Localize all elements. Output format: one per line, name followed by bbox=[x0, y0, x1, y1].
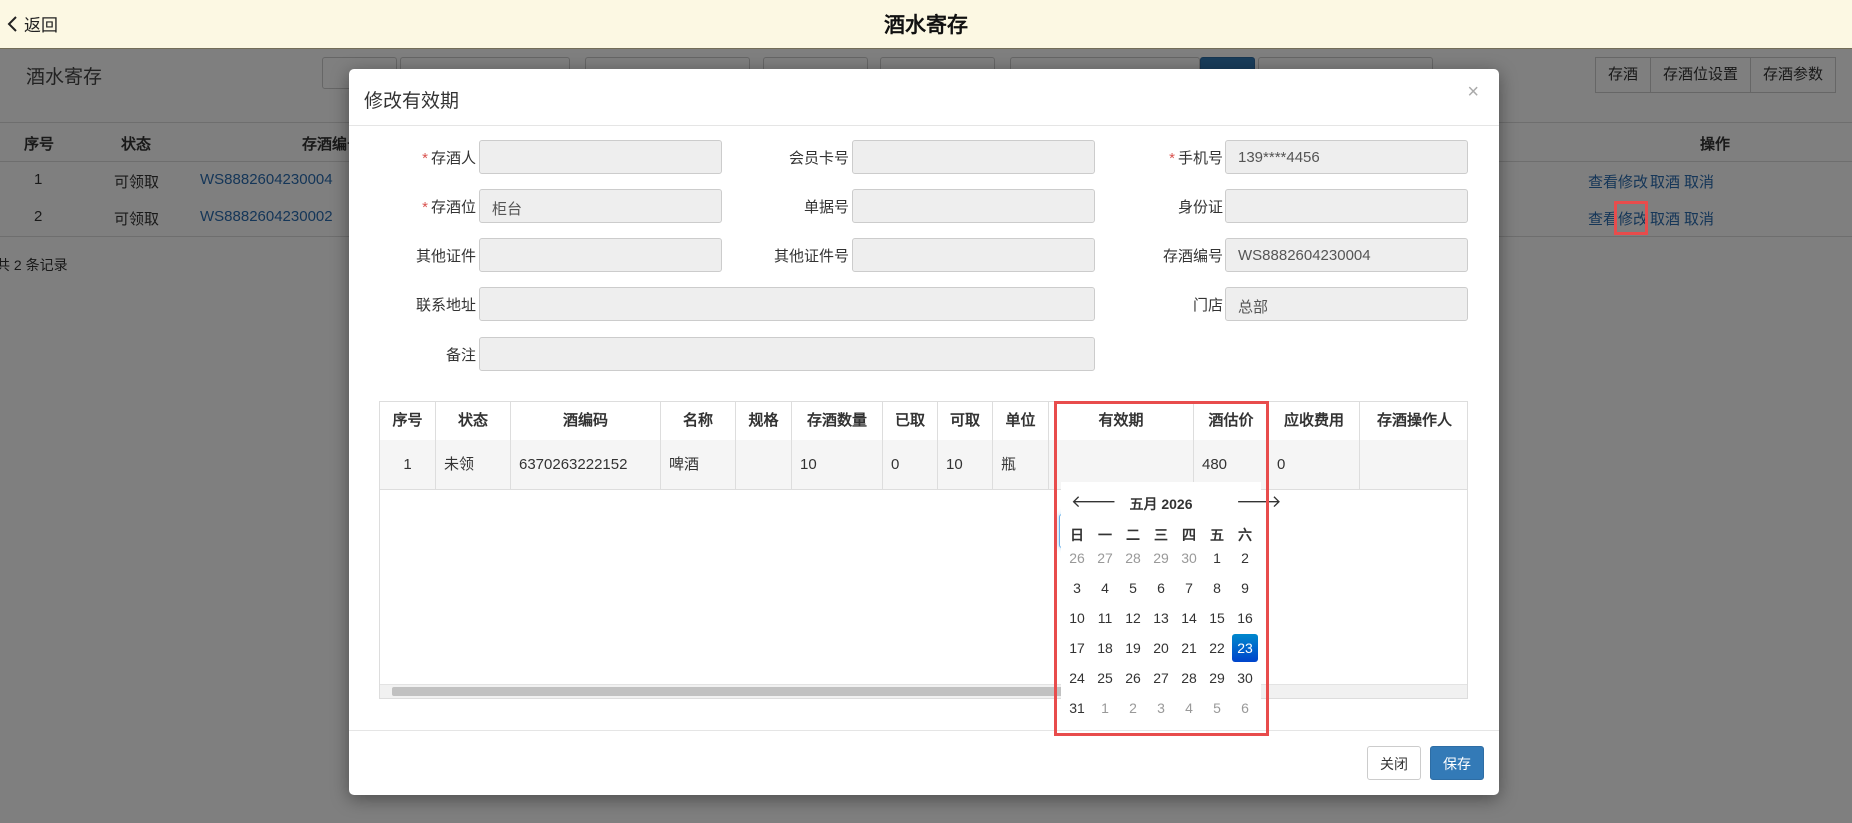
remark-field[interactable] bbox=[479, 337, 1095, 371]
close-icon[interactable]: × bbox=[1467, 81, 1479, 104]
id-card-field[interactable] bbox=[1225, 189, 1468, 223]
other-id-no-field[interactable] bbox=[852, 238, 1095, 272]
address-field[interactable] bbox=[479, 287, 1095, 321]
grid-cell-status: 未领 bbox=[436, 440, 511, 489]
expiry-highlight bbox=[1054, 401, 1269, 736]
required-mark: * bbox=[1169, 150, 1175, 167]
grid-col-status: 状态 bbox=[436, 402, 511, 440]
grid-row: 1 未领 6370263222152 啤酒 10 0 10 瓶 480 0 bbox=[380, 440, 1467, 490]
store-field[interactable]: 总部 bbox=[1225, 287, 1468, 321]
label-text: 存酒人 bbox=[430, 150, 476, 167]
horizontal-scrollbar[interactable] bbox=[380, 684, 1467, 698]
grid-col-spec: 规格 bbox=[736, 402, 792, 440]
modal-title: 修改有效期 bbox=[364, 91, 460, 112]
member-card-label: 会员卡号 bbox=[788, 150, 849, 167]
label-text: 存酒位 bbox=[430, 199, 476, 216]
position-field[interactable]: 柜台 bbox=[479, 189, 722, 223]
app-title: 酒水寄存 bbox=[884, 14, 968, 37]
modal-footer: 关闭 保存 bbox=[349, 730, 1499, 796]
grid-col-taken: 已取 bbox=[883, 402, 938, 440]
grid-cell-unit: 瓶 bbox=[993, 440, 1049, 489]
store-label: 门店 bbox=[1192, 297, 1223, 314]
other-id-field[interactable] bbox=[479, 238, 722, 272]
phone-field[interactable]: 139****4456 bbox=[1225, 140, 1468, 174]
remark-label: 备注 bbox=[445, 347, 476, 364]
edit-expiry-modal: 修改有效期 × * 存酒人 会员卡号 * 手机号 139****4456 * 存酒位 … bbox=[349, 69, 1499, 795]
position-label: * 存酒位 bbox=[366, 196, 476, 217]
grid-cell-code: 6370263222152 bbox=[511, 440, 661, 489]
member-card-field[interactable] bbox=[852, 140, 1095, 174]
edit-link-highlight bbox=[1614, 201, 1648, 235]
id-card-label: 身份证 bbox=[1177, 199, 1223, 216]
grid-header: 序号 状态 酒编码 名称 规格 存酒数量 已取 可取 单位 有效期 酒估价 应收… bbox=[380, 402, 1467, 441]
grid-col-fee: 应收费用 bbox=[1269, 402, 1360, 440]
grid-col-name: 名称 bbox=[661, 402, 736, 440]
address-label: 联系地址 bbox=[415, 297, 476, 314]
grid-cell-qty: 10 bbox=[792, 440, 883, 489]
required-mark: * bbox=[422, 199, 428, 216]
required-mark: * bbox=[422, 150, 428, 167]
depositor-field[interactable] bbox=[479, 140, 722, 174]
label-text: 手机号 bbox=[1177, 150, 1223, 167]
save-button[interactable]: 保存 bbox=[1430, 746, 1484, 780]
grid-col-seq: 序号 bbox=[380, 402, 436, 440]
scrollbar-thumb[interactable] bbox=[392, 687, 1072, 696]
grid-cell-taken: 0 bbox=[883, 440, 938, 489]
grid-cell-avail: 10 bbox=[938, 440, 993, 489]
grid-col-operator: 存酒操作人 bbox=[1376, 412, 1452, 429]
grid-cell-spec bbox=[736, 440, 792, 489]
grid-col-unit: 单位 bbox=[993, 402, 1049, 440]
grid-col-avail: 可取 bbox=[938, 402, 993, 440]
modal-header: 修改有效期 × bbox=[349, 69, 1499, 126]
deposit-no-field[interactable]: WS8882604230004 bbox=[1225, 238, 1468, 272]
grid-cell-fee: 0 bbox=[1269, 440, 1360, 489]
bill-no-label: 单据号 bbox=[803, 199, 849, 216]
grid-col-code: 酒编码 bbox=[511, 402, 661, 440]
grid-col-qty: 存酒数量 bbox=[792, 402, 883, 440]
phone-label: * 手机号 bbox=[1113, 147, 1223, 168]
close-button[interactable]: 关闭 bbox=[1367, 746, 1421, 780]
bill-no-field[interactable] bbox=[852, 189, 1095, 223]
grid-cell-operator bbox=[1360, 440, 1467, 489]
grid-cell-name: 啤酒 bbox=[661, 440, 736, 489]
wine-items-grid: 序号 状态 酒编码 名称 规格 存酒数量 已取 可取 单位 有效期 酒估价 应收… bbox=[379, 401, 1468, 699]
grid-cell-seq: 1 bbox=[380, 440, 436, 489]
deposit-no-label: 存酒编号 bbox=[1162, 248, 1223, 265]
other-id-label: 其他证件 bbox=[415, 248, 476, 265]
other-id-no-label: 其他证件号 bbox=[773, 248, 849, 265]
depositor-label: * 存酒人 bbox=[366, 147, 476, 168]
top-bar: 返回 酒水寄存 bbox=[0, 0, 1852, 49]
